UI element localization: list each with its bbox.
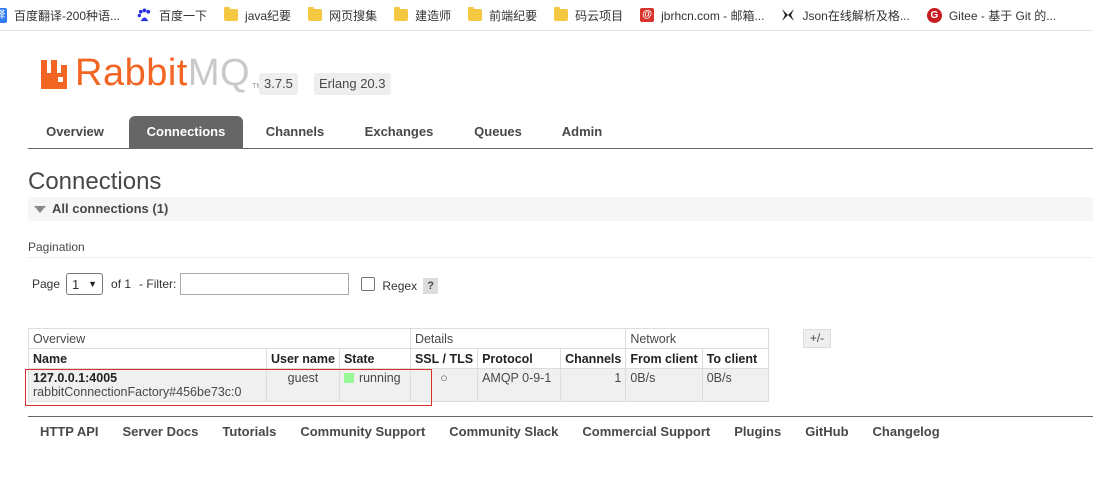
col-ssl-tls[interactable]: SSL / TLS [409, 348, 479, 369]
pagination-label: Pagination [28, 240, 85, 254]
col-to-client[interactable]: To client [701, 348, 769, 369]
cell-ssl: ○ [409, 368, 479, 402]
bookmark-label: 前端纪要 [489, 8, 538, 23]
col-state[interactable]: State [338, 348, 411, 369]
logo-rabbit-text: Rabbit [75, 52, 188, 94]
bookmark-label: 建造师 [415, 8, 452, 23]
footer-link-github[interactable]: GitHub [805, 424, 848, 439]
regex-help-button[interactable]: ? [423, 277, 439, 294]
footer-link-community-slack[interactable]: Community Slack [449, 424, 558, 439]
connections-table: Overview Details Network Name User name … [28, 328, 769, 402]
section-title: All connections (1) [52, 201, 169, 216]
tab-admin[interactable]: Admin [548, 116, 616, 148]
footer-link-changelog[interactable]: Changelog [873, 424, 940, 439]
rabbitmq-logo[interactable]: RabbitMQ TM [39, 54, 262, 92]
bookmark-web[interactable]: 网页搜集 [308, 0, 377, 30]
bookmark-gitee-projects[interactable]: 码云项目 [554, 0, 623, 30]
page-select-value: 1 [72, 276, 80, 292]
footer-link-community-support[interactable]: Community Support [300, 424, 425, 439]
page-count: of 1 [111, 277, 132, 291]
col-channels[interactable]: Channels [560, 348, 627, 369]
bookmark-label: Json在线解析及格... [802, 8, 910, 23]
bookmark-label: 百度一下 [159, 8, 208, 23]
folder-icon [308, 7, 323, 21]
column-toggle-button[interactable]: +/- [803, 329, 831, 348]
cell-channels: 1 [560, 368, 627, 402]
group-overview: Overview [28, 328, 411, 349]
bookmark-gitee[interactable]: G Gitee - 基于 Git 的... [926, 0, 1057, 30]
bookmark-baidu[interactable]: 百度一下 [137, 0, 207, 30]
bookmark-label: java纪要 [245, 8, 292, 23]
group-details: Details [409, 328, 627, 349]
tab-exchanges[interactable]: Exchanges [351, 116, 447, 148]
col-from-client[interactable]: From client [625, 348, 703, 369]
bookmark-label: 网页搜集 [329, 8, 378, 23]
tab-queues[interactable]: Queues [458, 116, 538, 148]
col-user-name[interactable]: User name [266, 348, 340, 369]
bookmark-label: 百度翻译-200种语... [14, 8, 121, 23]
main-tabs: Overview Connections Channels Exchanges … [28, 116, 1093, 149]
page-label: Page [32, 277, 61, 291]
bookmark-label: jbrhcn.com - 邮箱... [661, 8, 765, 23]
chevron-down-icon: ▼ [88, 279, 98, 289]
col-protocol[interactable]: Protocol [477, 348, 562, 369]
folder-icon [468, 7, 483, 21]
footer-link-plugins[interactable]: Plugins [734, 424, 781, 439]
gitee-icon: G [926, 7, 942, 23]
all-connections-toggle[interactable]: All connections (1) [28, 197, 1093, 221]
tab-connections[interactable]: Connections [129, 116, 243, 148]
filter-label: - Filter: [139, 277, 177, 291]
logo-text: RabbitMQ [75, 54, 250, 92]
regex-label: Regex [382, 278, 418, 293]
tab-overview[interactable]: Overview [28, 116, 122, 148]
footer-link-tutorials[interactable]: Tutorials [222, 424, 276, 439]
mail-icon: @ [640, 8, 655, 22]
bookmarks-bar: 译 百度翻译-200种语... 百度一下 java纪要 网页搜集 建造师 前端纪… [0, 0, 1093, 31]
group-network: Network [625, 328, 769, 349]
cell-protocol: AMQP 0-9-1 [477, 368, 562, 402]
pagination-controls: Page 1 ▼ of 1 - Filter: Regex ? [32, 272, 439, 296]
folder-icon [394, 7, 409, 21]
connection-name-link[interactable]: 127.0.0.1:4005 [33, 371, 262, 385]
cell-to-client: 0B/s [701, 368, 769, 402]
pagination-divider [28, 257, 1093, 258]
page-title: Connections [28, 168, 162, 195]
bookmark-json[interactable]: Json在线解析及格... [781, 0, 910, 30]
collapse-triangle-icon [34, 205, 46, 213]
footer-link-server-docs[interactable]: Server Docs [123, 424, 199, 439]
connection-client-name: rabbitConnectionFactory#456be73c:0 [33, 385, 242, 399]
bookmark-fanyi[interactable]: 译 百度翻译-200种语... [0, 0, 120, 30]
cell-state: running [338, 368, 411, 402]
bookmark-builder[interactable]: 建造师 [394, 0, 451, 30]
footer-link-http-api[interactable]: HTTP API [40, 424, 99, 439]
bookmark-label: Gitee - 基于 Git 的... [948, 8, 1057, 23]
col-name[interactable]: Name [28, 348, 267, 369]
footer-divider [28, 416, 1093, 417]
erlang-version-badge: Erlang 20.3 [314, 73, 391, 95]
version-badge: 3.7.5 [259, 73, 298, 95]
page-select[interactable]: 1 ▼ [66, 273, 104, 295]
running-status-icon [343, 373, 354, 383]
table-row[interactable]: 127.0.0.1:4005 rabbitConnectionFactory#4… [28, 368, 769, 402]
rabbit-logo-icon [41, 60, 67, 89]
filter-input[interactable] [180, 273, 350, 295]
baidu-icon [137, 7, 151, 21]
folder-icon [554, 7, 569, 21]
bookmark-frontend[interactable]: 前端纪要 [468, 0, 537, 30]
bookmark-mail[interactable]: @ jbrhcn.com - 邮箱... [640, 0, 764, 30]
footer-link-commercial-support[interactable]: Commercial Support [582, 424, 710, 439]
regex-checkbox[interactable] [361, 277, 376, 291]
cell-from-client: 0B/s [625, 368, 703, 402]
cell-name[interactable]: 127.0.0.1:4005 rabbitConnectionFactory#4… [28, 368, 267, 402]
fanyi-icon: 译 [0, 7, 7, 23]
footer-links: HTTP API Server Docs Tutorials Community… [28, 424, 952, 439]
cell-user: guest [266, 368, 340, 402]
bookmark-label: 码云项目 [575, 8, 624, 23]
state-text: running [358, 371, 401, 385]
json-icon [782, 9, 795, 21]
logo-mq-text: MQ [187, 52, 251, 94]
folder-icon [224, 7, 239, 21]
bookmark-java[interactable]: java纪要 [224, 0, 291, 30]
tab-channels[interactable]: Channels [251, 116, 339, 148]
